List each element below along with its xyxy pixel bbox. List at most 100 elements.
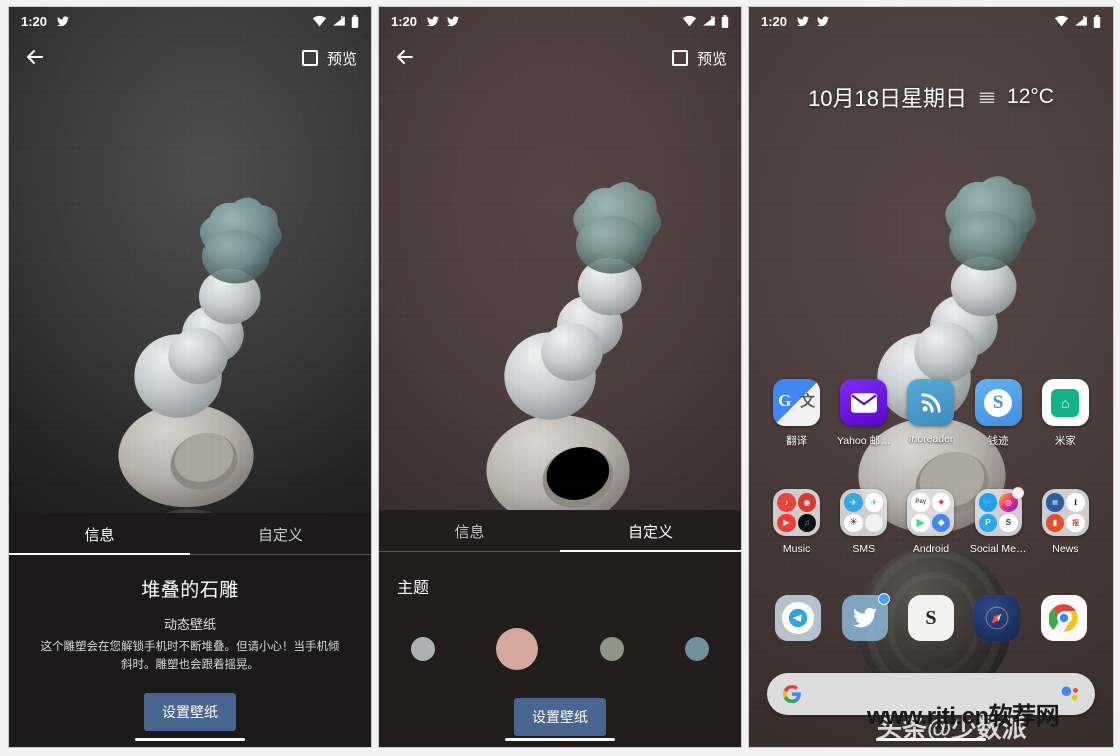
- set-wallpaper-button[interactable]: 设置壁纸: [144, 692, 236, 731]
- wallpaper-description: 这个雕塑会在您解锁手机时不断堆叠。但请小心！当手机倾斜时。雕塑也会跟着摇晃。: [40, 641, 340, 671]
- home-nav-pill[interactable]: [505, 738, 615, 741]
- set-wallpaper-button-wrap: 设置壁纸: [397, 698, 723, 736]
- battery-icon: [721, 14, 729, 28]
- swatch-gray[interactable]: [411, 637, 435, 661]
- slack-icon: ✳: [844, 513, 863, 532]
- screenshot-root: 1:20 R 预览 信息 自定义 堆叠的石雕 动态壁纸 这个雕塑会在您解锁手机时…: [0, 0, 1120, 756]
- tab-info[interactable]: 信息: [9, 513, 190, 555]
- news-app-icon: ▤: [1045, 493, 1065, 512]
- folder-icon: ▤ I ▮ 报: [1041, 489, 1089, 536]
- tab-info[interactable]: 信息: [379, 510, 560, 552]
- pocket-icon: P: [978, 513, 998, 532]
- kugou-icon: ◉: [797, 493, 817, 512]
- app-label: Music: [782, 543, 811, 555]
- folder-icon: ✈ ✈ ✳: [840, 489, 888, 536]
- netease-music-icon: ♪: [777, 493, 796, 512]
- status-notification-icons: [56, 15, 70, 28]
- app-inoreader[interactable]: Inoreader: [902, 379, 960, 448]
- status-clock: 1:20: [761, 13, 788, 29]
- sheet-tabs: 信息 自定义: [379, 510, 741, 552]
- telegram-icon: ✈: [844, 493, 863, 512]
- twitter-icon: [446, 15, 460, 28]
- tab-customize[interactable]: 自定义: [190, 513, 371, 555]
- app-label: Inoreader: [908, 433, 954, 445]
- preview-label: 预览: [326, 50, 357, 68]
- folder-icon: 🐦 ◎ P S: [974, 487, 1024, 536]
- folder-icon: Pay ✦ ▶ ◆: [907, 489, 955, 536]
- status-clock: 1:20: [391, 13, 418, 29]
- wallpaper-subtitle: 动态壁纸: [163, 617, 216, 632]
- folder-social-media[interactable]: 🐦 ◎ P S Social Me…: [969, 487, 1027, 555]
- status-system-icons: R: [682, 14, 729, 28]
- folder-android[interactable]: Pay ✦ ▶ ◆ Android: [902, 489, 960, 555]
- notification-badge: [1011, 487, 1024, 499]
- phone-panel-wallpaper-customize: 1:20 R 预览 信息 自定义 主题 设置壁纸: [378, 6, 742, 748]
- app-label: 钱迹: [987, 435, 1009, 447]
- yahoo-mail-icon: [840, 379, 888, 426]
- wallpaper-title: 堆叠的石雕: [141, 580, 239, 601]
- app-row-2: ♪ ◉ ▶ ♫ Music ✈ ✈ ✳ SMS Pay ✦ ▶ ◆ Androi…: [749, 487, 1113, 555]
- wallpaper-topbar: 预览: [9, 35, 371, 81]
- folder-music[interactable]: ♪ ◉ ▶ ♫ Music: [768, 489, 826, 555]
- home-nav-pill[interactable]: [135, 738, 245, 741]
- folder-sms[interactable]: ✈ ✈ ✳ SMS: [835, 489, 893, 555]
- tab-customize[interactable]: 自定义: [560, 510, 741, 552]
- instapaper-icon: I: [1066, 493, 1085, 512]
- preview-toggle[interactable]: 预览: [671, 48, 727, 69]
- battery-icon: [1093, 14, 1101, 28]
- back-arrow-icon[interactable]: [393, 45, 419, 71]
- google-photos-icon: ✦: [931, 493, 951, 512]
- empty-slot-icon: [864, 513, 884, 532]
- reeder-icon: ▮: [1045, 513, 1065, 532]
- spotify-icon: ♫: [797, 513, 817, 532]
- signal-icon: R: [1074, 15, 1088, 27]
- preview-toggle[interactable]: 预览: [301, 48, 357, 69]
- app-qianji[interactable]: S 钱迹: [969, 379, 1027, 448]
- folder-news[interactable]: ▤ I ▮ 报 News: [1036, 489, 1094, 555]
- status-bar: 1:20 R: [749, 7, 1113, 35]
- wallpaper-customize-sheet: 信息 自定义 主题 设置壁纸: [379, 510, 741, 747]
- date-weather-widget[interactable]: 10月18日星期日 12°C: [749, 81, 1113, 113]
- app-translate[interactable]: G 文 翻译: [768, 379, 826, 448]
- dock-compass[interactable]: [974, 595, 1021, 641]
- app-label: 翻译: [786, 435, 808, 447]
- snapchat-icon: S: [999, 513, 1018, 532]
- svg-text:R: R: [711, 15, 714, 20]
- preview-label: 预览: [696, 50, 727, 68]
- app-label: Android: [912, 543, 950, 555]
- app-mijia[interactable]: ⌂ 米家: [1036, 379, 1094, 448]
- dock-telegram[interactable]: [775, 595, 822, 641]
- google-assistant-icon[interactable]: [1059, 684, 1081, 704]
- twitter-icon: [816, 15, 830, 28]
- back-arrow-icon[interactable]: [23, 45, 49, 71]
- temperature-text: 12°C: [1007, 85, 1054, 108]
- notification-badge: [877, 593, 890, 605]
- app-yahoo-mail[interactable]: Yahoo 邮…: [835, 379, 893, 448]
- app-row-1: G 文 翻译 Yahoo 邮… Inoreader S 钱迹 ⌂ 米家: [749, 379, 1113, 448]
- play-store-icon: ▶: [911, 513, 930, 532]
- fog-icon: [977, 88, 997, 106]
- swatch-teal[interactable]: [684, 637, 709, 661]
- status-system-icons: R: [312, 14, 359, 28]
- twitter-icon: [426, 15, 440, 28]
- status-clock: 1:20: [21, 13, 48, 29]
- set-wallpaper-button-wrap: 设置壁纸: [27, 692, 353, 731]
- signal-icon: R: [332, 15, 346, 27]
- theme-section-label: 主题: [397, 580, 430, 597]
- dock: S: [749, 593, 1113, 641]
- swatch-green[interactable]: [599, 637, 624, 661]
- telegram-x-icon: ✈: [864, 493, 884, 512]
- qianji-icon: S: [974, 379, 1022, 426]
- google-translate-icon: G 文: [773, 379, 821, 426]
- dock-shadowrocket[interactable]: S: [907, 595, 954, 641]
- swatch-pink[interactable]: [496, 628, 539, 670]
- cn-news-icon: 报: [1066, 513, 1085, 532]
- wifi-icon: [682, 15, 697, 27]
- dock-twitter[interactable]: [841, 593, 890, 641]
- checkbox-unchecked-icon[interactable]: [671, 50, 688, 66]
- dock-chrome[interactable]: [1040, 595, 1087, 641]
- wallpaper-topbar: 预览: [379, 35, 741, 81]
- set-wallpaper-button[interactable]: 设置壁纸: [514, 698, 606, 736]
- battery-icon: [351, 14, 359, 28]
- checkbox-unchecked-icon[interactable]: [301, 50, 318, 66]
